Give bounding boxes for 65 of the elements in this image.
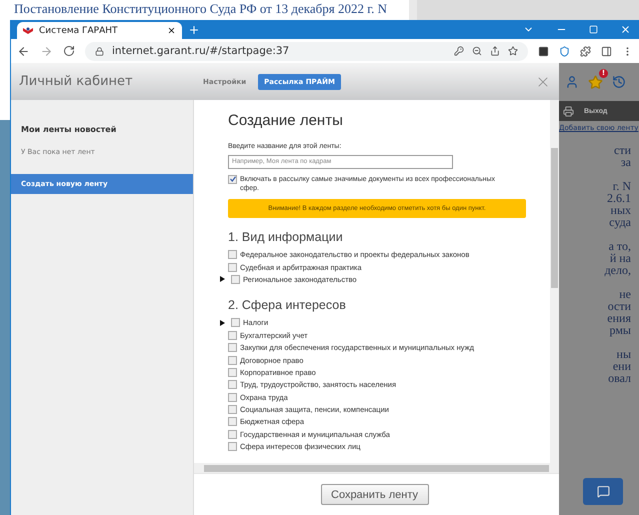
checkbox[interactable] [228,174,237,184]
key-icon[interactable] [454,46,464,56]
close-icon[interactable] [167,26,176,35]
back-icon[interactable] [17,44,30,58]
modal-title: Личный кабинет [19,74,134,89]
checkbox[interactable] [228,405,237,414]
section-title: 2. Сфера интересов [228,298,347,312]
text-line: не [619,288,631,300]
text-line: а то, [608,240,631,252]
checkbox[interactable] [231,274,240,284]
checkbox[interactable] [231,318,240,328]
new-tab-icon[interactable] [188,24,200,36]
save-button[interactable]: Сохранить ленту [320,484,428,505]
user-icon[interactable] [565,75,579,89]
address-bar[interactable]: internet.garant.ru/#/startpage:37 [85,42,528,60]
checkbox[interactable] [228,417,237,426]
zoom-icon[interactable] [472,46,482,56]
history-icon[interactable] [612,75,626,89]
browser-tab[interactable]: Система ГАРАНТ [17,22,182,39]
checkbox[interactable] [228,430,237,439]
text-line: ны [616,348,631,360]
extension-icon[interactable] [538,46,549,56]
extensions-icon[interactable] [580,46,591,56]
star-icon[interactable] [588,74,603,90]
lock-icon [95,46,104,56]
chat-icon[interactable] [596,485,610,498]
text-line: 2.6.1 [607,192,631,204]
checkbox[interactable] [228,330,237,340]
side-panel-icon[interactable] [601,46,612,56]
text-line: й на [610,252,631,264]
chat-button[interactable] [583,478,623,505]
text-line: за [620,156,631,168]
checkbox[interactable] [228,250,237,260]
checkbox[interactable] [228,442,237,452]
text-line: рмы [610,324,631,336]
scrollbar-thumb[interactable] [204,464,549,472]
text-line: г. N [612,180,631,192]
scrollbar-thumb[interactable] [551,148,558,288]
text-line: ных [610,204,631,216]
text-line: ения [607,312,631,324]
checkbox[interactable] [228,392,237,402]
share-icon[interactable] [490,46,500,56]
text-line: ени [612,360,631,372]
forward-icon[interactable] [40,44,53,58]
expand-arrow-icon[interactable] [220,320,225,326]
expand-arrow-icon[interactable] [220,276,225,282]
text-line: овал [608,372,631,384]
text-line: сти [614,144,631,156]
checkbox[interactable] [228,380,237,390]
printer-icon[interactable] [563,106,574,116]
reload-icon[interactable] [63,45,75,57]
checkbox[interactable] [228,343,237,352]
text-line: суда [609,216,631,228]
checkbox[interactable] [228,356,237,365]
section-title: 1. Вид информации [228,230,344,244]
checkbox[interactable] [228,368,237,377]
form-title: Создание ленты [228,112,344,129]
checkbox[interactable] [228,262,237,272]
text-line: ости [608,300,631,312]
logo-icon [23,26,33,34]
sidebar-heading: Мои ленты новостей [20,125,118,134]
maximize-icon[interactable] [589,25,598,34]
text-line: дело, [604,264,631,276]
bookmark-icon[interactable] [508,46,518,56]
shield-icon[interactable] [559,46,570,56]
